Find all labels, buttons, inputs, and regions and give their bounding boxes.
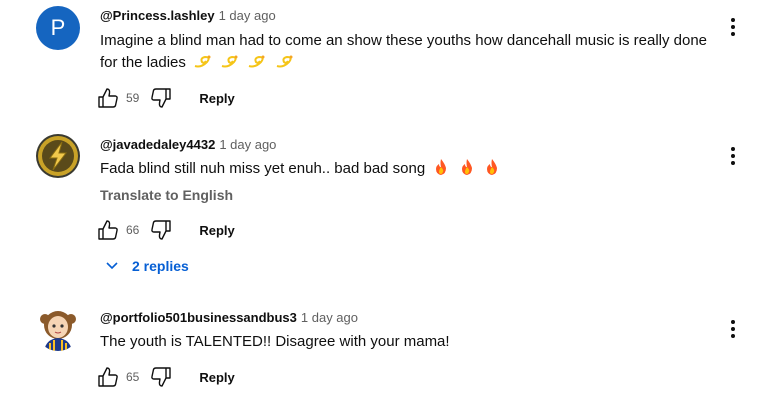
like-count: 59 (126, 91, 140, 105)
translate-link[interactable]: Translate to English (100, 187, 233, 203)
dizzy-emoji-icon (275, 54, 295, 77)
like-count: 65 (126, 370, 140, 384)
fire-emoji-icon (432, 158, 450, 183)
avatar[interactable] (36, 134, 80, 178)
comment-text: The youth is TALENTED!! Disagree with yo… (100, 333, 450, 350)
thumbs-down-icon[interactable] (149, 218, 173, 242)
thumbs-down-icon[interactable] (149, 86, 173, 110)
show-replies-button[interactable]: 2 replies (104, 258, 189, 274)
reply-button[interactable]: Reply (199, 370, 234, 385)
lightning-bolt-icon (38, 136, 78, 176)
author-name[interactable]: @javadedaley4432 (100, 137, 215, 152)
author-name[interactable]: @portfolio501businessandbus3 (100, 310, 297, 325)
thumbs-up-icon[interactable] (96, 365, 120, 389)
reply-button[interactable]: Reply (199, 223, 234, 238)
comment-header: @javadedaley4432 1 day ago (100, 137, 276, 152)
comment-actions: 65 Reply (96, 365, 235, 389)
cartoon-girl-icon (40, 311, 76, 351)
comment-text: Imagine a blind man had to come an show … (100, 30, 720, 77)
dizzy-emoji-icon (193, 54, 213, 77)
reply-button[interactable]: Reply (199, 91, 234, 106)
comment-text-content: Imagine a blind man had to come an show … (100, 32, 708, 71)
avatar[interactable] (36, 307, 80, 351)
chevron-down-icon (106, 262, 118, 270)
like-count: 66 (126, 223, 140, 237)
fire-emoji-icon (483, 158, 501, 183)
comment-actions: 66 Reply (96, 218, 235, 242)
dizzy-emoji-icon (247, 54, 267, 77)
more-options-icon[interactable] (722, 16, 744, 38)
comment-header: @Princess.lashley 1 day ago (100, 8, 276, 23)
comment-time[interactable]: 1 day ago (301, 310, 358, 325)
replies-count-label: 2 replies (132, 258, 189, 274)
dizzy-emoji-icon (220, 54, 240, 77)
comment-text-content: Fada blind still nuh miss yet enuh.. bad… (100, 160, 426, 177)
comment-actions: 59 Reply (96, 86, 235, 110)
comment-time[interactable]: 1 day ago (219, 137, 276, 152)
comment-header: @portfolio501businessandbus3 1 day ago (100, 310, 358, 325)
thumbs-up-icon[interactable] (96, 86, 120, 110)
avatar[interactable]: P (36, 6, 80, 50)
author-name[interactable]: @Princess.lashley (100, 8, 215, 23)
more-options-icon[interactable] (722, 145, 744, 167)
comment-text: Fada blind still nuh miss yet enuh.. bad… (100, 158, 720, 183)
fire-emoji-icon (458, 158, 476, 183)
more-options-icon[interactable] (722, 318, 744, 340)
thumbs-up-icon[interactable] (96, 218, 120, 242)
comment-time[interactable]: 1 day ago (219, 8, 276, 23)
thumbs-down-icon[interactable] (149, 365, 173, 389)
